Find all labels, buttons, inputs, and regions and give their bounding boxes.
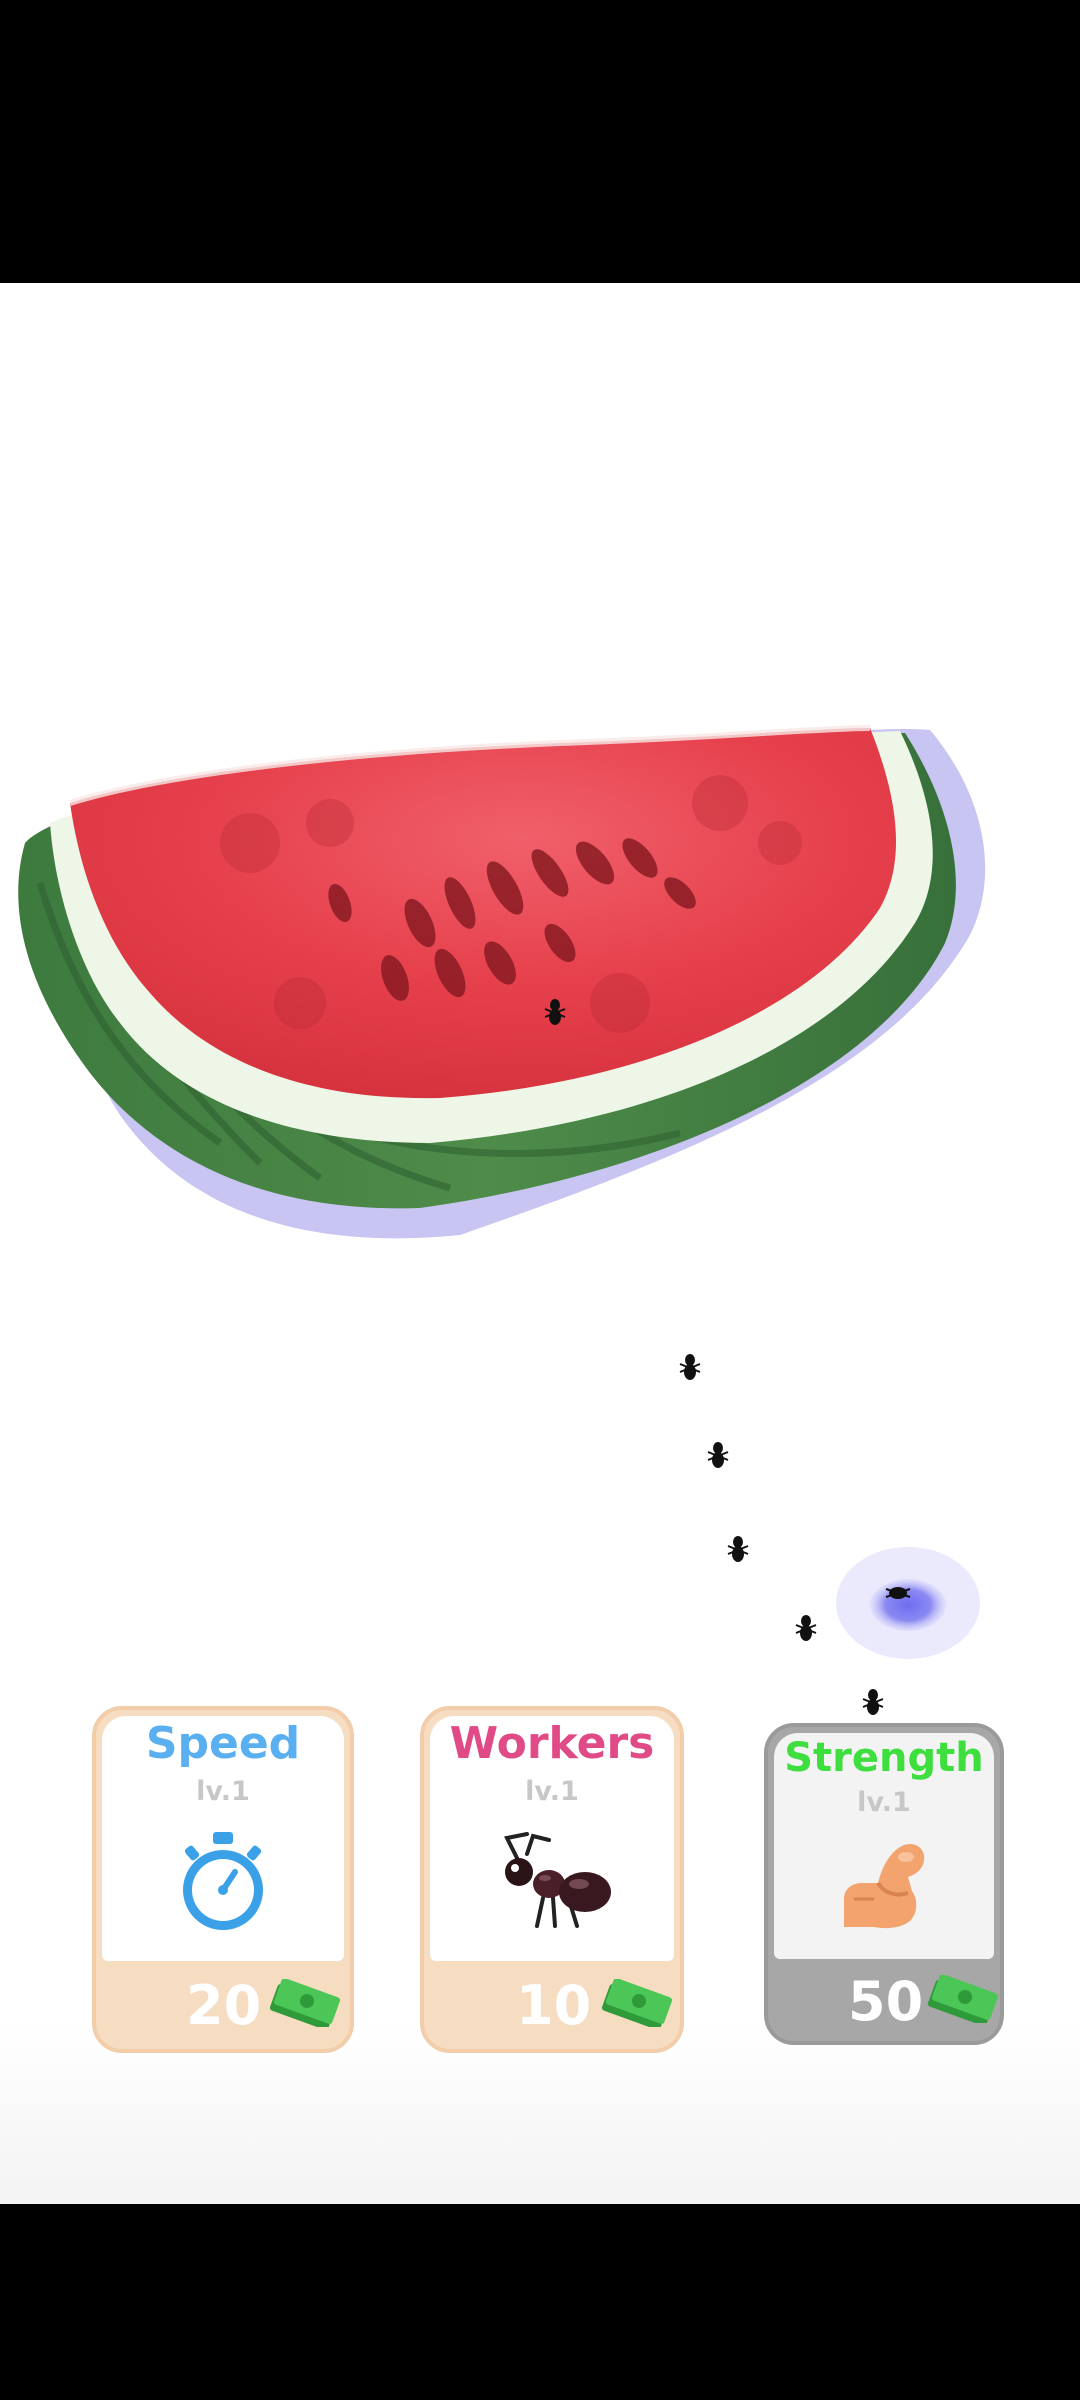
game-stage[interactable]: Speed lv.1 20 Workers lv.1 10 Strength l… (0, 283, 1080, 2204)
upgrade-card-workers[interactable]: Workers lv.1 10 (420, 1706, 684, 2053)
watermelon-slice (18, 725, 986, 1239)
upgrade-card-speed[interactable]: Speed lv.1 20 (92, 1706, 354, 2053)
ant-icon (504, 1832, 611, 1928)
ant-marker (795, 1615, 817, 1641)
cash-bills-icon (269, 1979, 341, 2027)
cash-bills-icon (601, 1979, 673, 2027)
cash-bills-icon (927, 1975, 999, 2023)
ant-marker (679, 1354, 701, 1380)
upgrade-level: lv.1 (857, 1787, 911, 1818)
upgrade-title: Speed (145, 1718, 301, 1769)
upgrade-level: lv.1 (196, 1776, 250, 1807)
upgrade-card-strength[interactable]: Strength lv.1 50 (764, 1723, 1004, 2045)
bottom-black-bar (0, 2204, 1080, 2400)
upgrade-price: 20 (186, 1974, 262, 2037)
upgrade-price: 50 (848, 1970, 924, 2033)
flexed-arm-icon (844, 1843, 925, 1929)
top-black-bar (0, 0, 1080, 283)
ant-marker (707, 1442, 729, 1468)
upgrade-title: Workers (449, 1718, 655, 1769)
anthill-hole-icon (836, 1547, 980, 1659)
ant-marker (727, 1536, 749, 1562)
upgrade-price: 10 (516, 1974, 592, 2037)
ant-marker (862, 1689, 884, 1715)
upgrade-title: Strength (784, 1735, 984, 1781)
upgrade-level: lv.1 (525, 1776, 579, 1807)
stopwatch-icon (183, 1832, 263, 1930)
